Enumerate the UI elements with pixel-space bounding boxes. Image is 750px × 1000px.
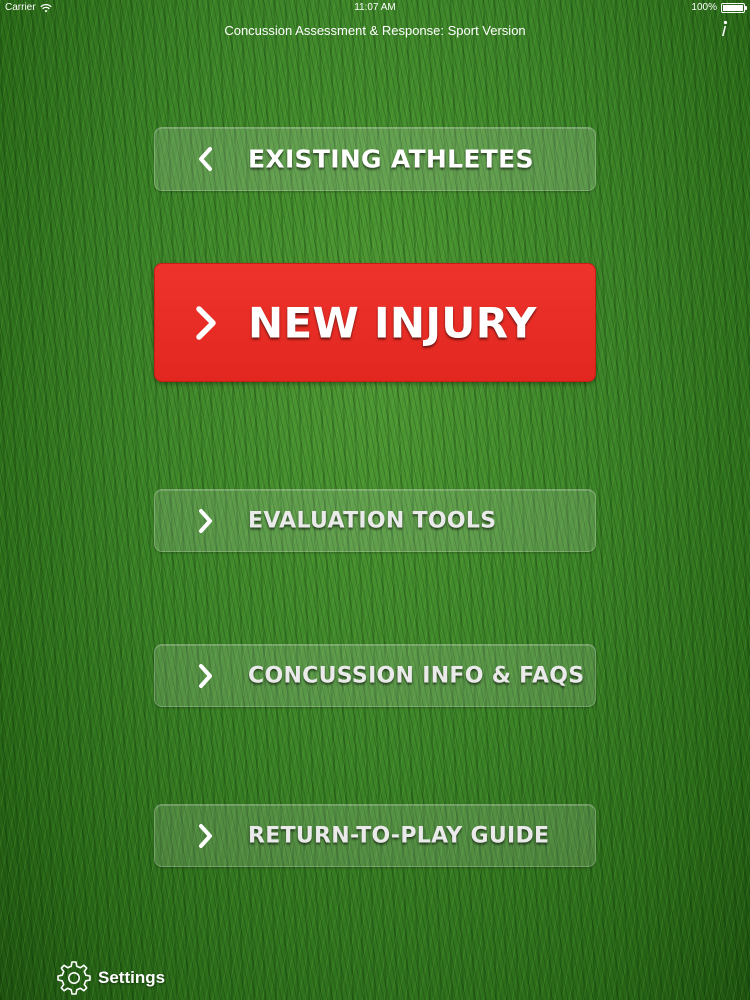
evaluation-tools-label: EVALUATION TOOLS bbox=[248, 508, 497, 533]
new-injury-label: NEW INJURY bbox=[248, 298, 537, 347]
status-time: 11:07 AM bbox=[354, 2, 396, 13]
settings-label: Settings bbox=[98, 968, 166, 987]
concussion-info-label: CONCUSSION INFO & FAQS bbox=[248, 663, 585, 688]
battery-icon bbox=[721, 2, 747, 13]
settings-button[interactable]: Settings bbox=[56, 960, 165, 996]
new-injury-button[interactable]: NEW INJURY bbox=[154, 263, 596, 382]
return-to-play-button[interactable]: RETURN-TO-PLAY GUIDE bbox=[154, 804, 596, 867]
chevron-right-icon bbox=[196, 305, 216, 340]
gear-icon bbox=[57, 961, 91, 995]
battery-percent: 100% bbox=[691, 2, 717, 13]
chevron-right-icon bbox=[199, 508, 212, 533]
info-icon[interactable] bbox=[716, 20, 730, 38]
chevron-right-icon bbox=[199, 823, 212, 848]
concussion-info-button[interactable]: CONCUSSION INFO & FAQS bbox=[154, 644, 596, 707]
existing-athletes-label: EXISTING ATHLETES bbox=[248, 144, 534, 174]
evaluation-tools-button[interactable]: EVALUATION TOOLS bbox=[154, 489, 596, 552]
app-title: Concussion Assessment & Response: Sport … bbox=[224, 23, 526, 38]
chevron-left-icon bbox=[199, 147, 212, 171]
existing-athletes-button[interactable]: EXISTING ATHLETES bbox=[154, 127, 596, 191]
status-bar: Carrier 11:07 AM 100% bbox=[0, 0, 750, 16]
chevron-right-icon bbox=[199, 663, 212, 688]
status-battery: 100% bbox=[691, 2, 747, 13]
return-to-play-label: RETURN-TO-PLAY GUIDE bbox=[248, 823, 550, 848]
